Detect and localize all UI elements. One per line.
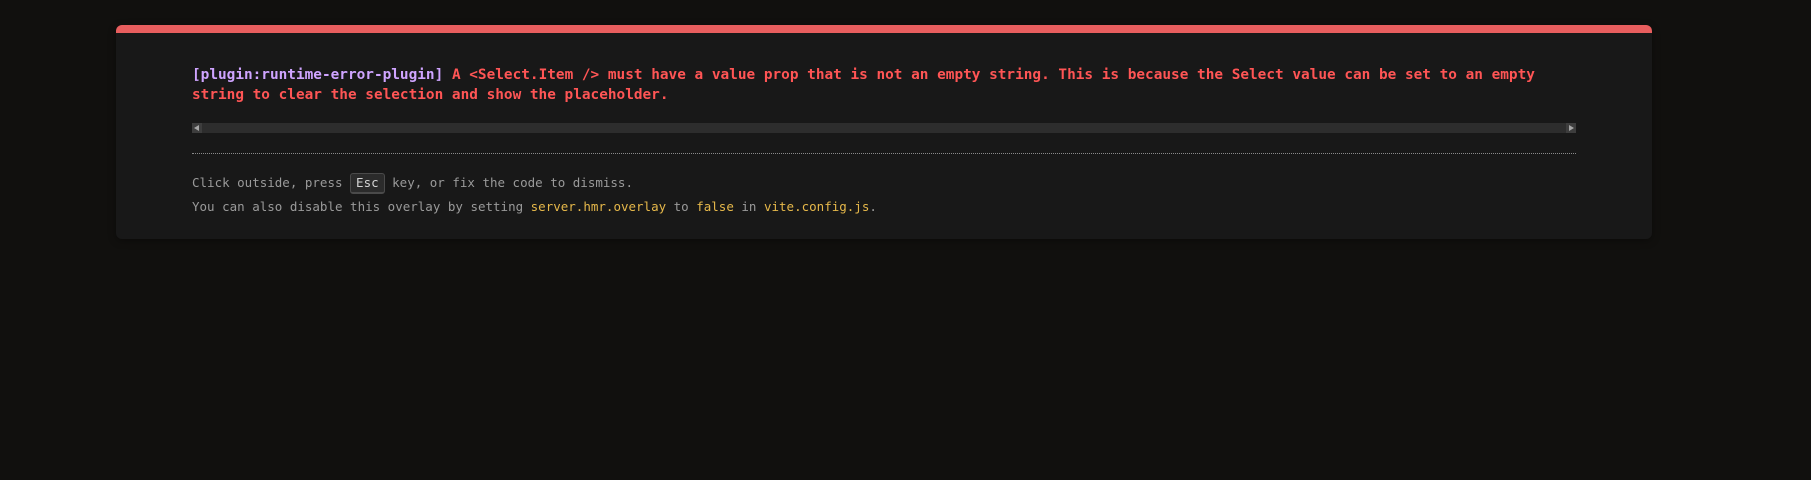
scroll-right-icon[interactable] — [1566, 123, 1576, 133]
plugin-name: [plugin:runtime-error-plugin] — [192, 67, 444, 83]
tip-text: to — [666, 199, 697, 214]
esc-key: Esc — [350, 173, 385, 194]
error-overlay: [plugin:runtime-error-plugin] A <Select.… — [116, 25, 1652, 239]
tip-text: key, or fix the code to dismiss. — [384, 175, 633, 190]
tip-text: Click outside, press — [192, 175, 351, 190]
tip-line-2: You can also disable this overlay by set… — [192, 195, 877, 219]
horizontal-scrollbar[interactable] — [192, 123, 1576, 133]
tip-text: in — [733, 199, 764, 214]
divider — [192, 153, 1576, 154]
tip-line-1: Click outside, press Esc key, or fix the… — [192, 171, 877, 195]
file-code: vite.config.js — [763, 199, 870, 214]
tip-text: You can also disable this overlay by set… — [192, 199, 531, 214]
overlay-tip: Click outside, press Esc key, or fix the… — [192, 171, 877, 219]
value-code: false — [696, 199, 734, 214]
tip-text: . — [869, 199, 877, 214]
error-message: [plugin:runtime-error-plugin] A <Select.… — [192, 65, 1582, 105]
setting-code: server.hmr.overlay — [530, 199, 667, 214]
scroll-left-icon[interactable] — [192, 123, 202, 133]
